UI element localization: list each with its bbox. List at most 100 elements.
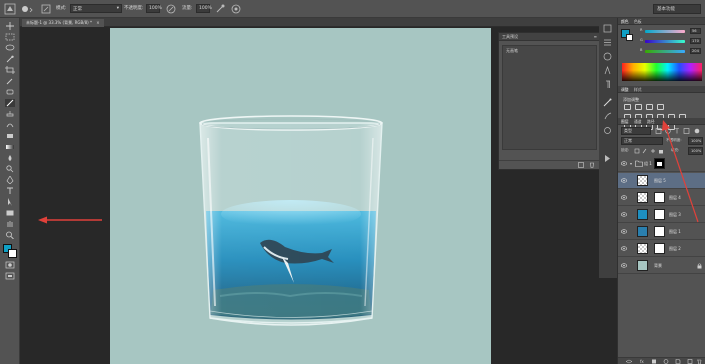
gradient-tool-icon[interactable] bbox=[5, 143, 15, 151]
annotation-arrow-left bbox=[38, 216, 102, 224]
flow-input[interactable]: 100% bbox=[196, 4, 212, 13]
clone-stamp-tool-icon[interactable] bbox=[5, 110, 15, 118]
crop-tool-icon[interactable] bbox=[5, 66, 15, 74]
airbrush-icon[interactable] bbox=[214, 3, 226, 15]
screen-mode-icon[interactable] bbox=[5, 272, 15, 280]
layer-thumbnail[interactable] bbox=[637, 175, 648, 186]
eraser-tool-icon[interactable] bbox=[5, 132, 15, 140]
history-icon[interactable] bbox=[603, 24, 612, 33]
tab-channels[interactable]: 通道 bbox=[634, 118, 642, 125]
trash-icon[interactable] bbox=[589, 162, 595, 170]
red-slider[interactable] bbox=[645, 30, 685, 33]
layer-mask-thumbnail[interactable] bbox=[654, 226, 665, 237]
layer-thumbnail[interactable] bbox=[637, 243, 648, 254]
tab-styles[interactable]: 样式 bbox=[634, 86, 642, 93]
healing-brush-tool-icon[interactable] bbox=[5, 88, 15, 96]
layer-thumbnail[interactable] bbox=[637, 192, 648, 203]
layer-thumbnail[interactable] bbox=[637, 260, 648, 271]
tool-preset-item[interactable]: 无画笔 bbox=[506, 48, 518, 54]
eye-icon[interactable] bbox=[621, 178, 627, 183]
layer-filter-select[interactable]: 类型 bbox=[621, 127, 651, 135]
clone-source-icon[interactable] bbox=[603, 126, 612, 135]
move-tool-icon[interactable] bbox=[5, 22, 15, 30]
blue-slider[interactable] bbox=[645, 50, 685, 53]
eye-icon[interactable] bbox=[621, 161, 627, 166]
history-brush-tool-icon[interactable] bbox=[5, 121, 15, 129]
brush-panel-icon[interactable] bbox=[40, 3, 52, 15]
add-adjustment-title: 添加调整 bbox=[623, 97, 639, 102]
background-color-swatch[interactable] bbox=[8, 249, 17, 258]
brightness-icon[interactable] bbox=[624, 104, 631, 110]
bg-color-chip[interactable] bbox=[626, 34, 633, 41]
tab-layers[interactable]: 图层 bbox=[621, 118, 629, 125]
tab-swatches[interactable]: 色板 bbox=[634, 18, 642, 25]
workspace-switcher[interactable]: 基本功能 bbox=[653, 4, 701, 14]
dodge-tool-icon[interactable] bbox=[5, 165, 15, 173]
brush-tool-icon[interactable] bbox=[5, 99, 15, 107]
path-selection-tool-icon[interactable] bbox=[5, 198, 15, 206]
eye-icon[interactable] bbox=[621, 195, 627, 200]
ps-home-icon[interactable] bbox=[4, 3, 16, 15]
layer-thumbnail[interactable] bbox=[637, 226, 648, 237]
red-value[interactable]: 56 bbox=[690, 28, 701, 34]
opacity-input[interactable]: 100% bbox=[146, 4, 162, 13]
layers-footer-icons[interactable]: fx bbox=[618, 358, 705, 364]
panel-menu-icon[interactable]: ≡ bbox=[594, 34, 597, 39]
layer-row-background[interactable]: 背景 bbox=[618, 258, 705, 274]
layer-mask-thumbnail[interactable] bbox=[654, 243, 665, 254]
layer-thumbnail[interactable] bbox=[637, 209, 648, 220]
layer-row[interactable]: 图层 1 bbox=[618, 224, 705, 240]
eye-icon[interactable] bbox=[621, 263, 627, 268]
close-icon[interactable]: × bbox=[96, 20, 99, 25]
tool-presets-footer bbox=[499, 160, 600, 169]
document-tab[interactable]: 未标题-1 @ 33.3% (背景, RGB/8) * × bbox=[22, 19, 104, 27]
green-value[interactable]: 170 bbox=[690, 38, 701, 44]
quick-mask-icon[interactable] bbox=[5, 261, 15, 269]
tab-adjustments[interactable]: 调整 bbox=[621, 86, 629, 93]
blue-value[interactable]: 204 bbox=[690, 48, 701, 54]
levels-icon[interactable] bbox=[635, 104, 642, 110]
tool-presets-title: 工具预设 bbox=[502, 34, 518, 39]
tab-color[interactable]: 颜色 bbox=[621, 18, 629, 25]
layer-name: 组 1 bbox=[644, 161, 652, 166]
lock-icon bbox=[697, 263, 702, 269]
brush-preset-icon[interactable] bbox=[20, 3, 33, 15]
properties-icon[interactable] bbox=[603, 38, 612, 47]
document-canvas[interactable] bbox=[110, 28, 491, 364]
eye-icon[interactable] bbox=[621, 229, 627, 234]
eye-icon[interactable] bbox=[621, 212, 627, 217]
blur-tool-icon[interactable] bbox=[5, 154, 15, 162]
eyedropper-tool-icon[interactable] bbox=[5, 77, 15, 85]
pressure-size-icon[interactable] bbox=[230, 3, 242, 15]
layer-name: 图层 2 bbox=[669, 246, 681, 251]
paragraph-icon[interactable] bbox=[603, 80, 612, 89]
zoom-tool-icon[interactable] bbox=[5, 231, 15, 239]
new-preset-icon[interactable] bbox=[578, 162, 584, 170]
layer-blend-mode-select[interactable]: 正常 bbox=[621, 137, 663, 145]
rectangle-tool-icon[interactable] bbox=[5, 209, 15, 217]
chevron-down-icon[interactable]: ▾ bbox=[630, 161, 632, 166]
green-slider[interactable] bbox=[645, 40, 685, 43]
color-panel-tabs: 颜色 色板 bbox=[618, 18, 705, 25]
curves-icon[interactable] bbox=[646, 104, 653, 110]
tool-presets-icon[interactable] bbox=[603, 98, 612, 107]
tool-presets-header[interactable]: 工具预设 ≡ bbox=[499, 33, 600, 41]
info-icon[interactable] bbox=[603, 52, 612, 61]
hand-tool-icon[interactable] bbox=[5, 220, 15, 228]
pen-tool-icon[interactable] bbox=[5, 176, 15, 184]
layer-row[interactable]: 图层 2 bbox=[618, 241, 705, 257]
red-label: R bbox=[640, 28, 643, 32]
marquee-tool-icon[interactable] bbox=[5, 33, 15, 41]
quick-select-tool-icon[interactable] bbox=[5, 55, 15, 63]
color-spectrum[interactable] bbox=[622, 63, 702, 81]
tab-paths[interactable]: 路径 bbox=[647, 118, 655, 125]
eye-icon[interactable] bbox=[621, 246, 627, 251]
lasso-tool-icon[interactable] bbox=[5, 44, 15, 52]
pressure-opacity-icon[interactable] bbox=[165, 3, 177, 15]
blend-mode-select[interactable]: 正常 ▾ bbox=[70, 4, 122, 13]
brush-icon[interactable] bbox=[603, 112, 612, 121]
character-icon[interactable] bbox=[603, 65, 612, 75]
exposure-icon[interactable] bbox=[657, 104, 664, 110]
type-tool-icon[interactable] bbox=[5, 187, 15, 195]
actions-icon[interactable] bbox=[603, 154, 612, 163]
